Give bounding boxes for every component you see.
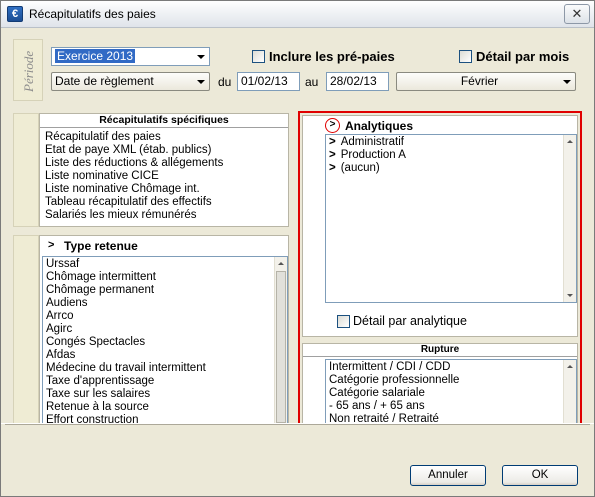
detail-analytics-checkbox[interactable]: [337, 315, 350, 328]
specific-list[interactable]: Récapitulatif des paies Etat de paye XML …: [42, 130, 288, 226]
analytics-items: > Administratif > Production A > (aucun): [326, 135, 576, 175]
include-prepaid-checkbox[interactable]: [252, 50, 265, 63]
scroll-up-icon[interactable]: [275, 257, 287, 270]
analytics-panel: > Analytiques > Administratif > Production …: [302, 115, 578, 337]
retenue-list-item[interactable]: Agirc: [43, 323, 287, 336]
retenue-panel: > Type retenue Urssaf Chômage intermitten…: [39, 235, 289, 441]
specific-list-item[interactable]: Salariés les mieux rémunérés: [42, 209, 288, 222]
month-select[interactable]: Février: [396, 72, 576, 91]
detail-month-checkbox[interactable]: [459, 50, 472, 63]
rupture-list-item[interactable]: Catégorie professionnelle: [326, 374, 576, 387]
specific-list-item[interactable]: Liste nominative CICE: [42, 170, 288, 183]
analytics-list-item-label: Administratif: [340, 136, 404, 148]
analytics-highlight-frame: > Analytiques > Administratif > Production …: [298, 111, 582, 444]
rupture-list-item[interactable]: Intermittent / CDI / CDD: [326, 361, 576, 374]
dialog-body: Période Exercice 2013 Inclure les pré-pa…: [5, 33, 590, 455]
rupture-header: Rupture: [303, 344, 577, 357]
analytics-header: Analytiques: [345, 119, 414, 133]
retenue-list-item[interactable]: Congés Spectacles: [43, 336, 287, 349]
date-type-value: Date de règlement: [55, 74, 154, 88]
date-to-field[interactable]: 28/02/13: [326, 72, 389, 91]
analytics-list-item-label: Production A: [340, 149, 406, 161]
analytics-list-item[interactable]: > Administratif: [326, 136, 576, 149]
detail-month-label[interactable]: Détail par mois: [476, 49, 569, 64]
retenue-list-item[interactable]: Médecine du travail intermittent: [43, 362, 287, 375]
retenue-list-item[interactable]: Retenue à la source: [43, 401, 287, 414]
chevron-right-icon: >: [329, 136, 336, 148]
chevron-right-circle-icon[interactable]: >: [325, 118, 340, 133]
retenue-list-item[interactable]: Afdas: [43, 349, 287, 362]
scroll-down-icon[interactable]: [564, 289, 576, 302]
retenue-list-item[interactable]: Audiens: [43, 297, 287, 310]
chevron-right-icon: >: [329, 162, 336, 174]
scroll-thumb[interactable]: [276, 271, 286, 423]
retenue-list-item[interactable]: Urssaf: [43, 258, 287, 271]
specific-list-item[interactable]: Etat de paye XML (étab. publics): [42, 144, 288, 157]
specific-side-strip: [13, 113, 39, 227]
period-label: Période: [21, 50, 36, 92]
ok-button[interactable]: OK: [502, 465, 578, 486]
chevron-down-icon[interactable]: [559, 74, 574, 89]
specific-list-item[interactable]: Tableau récapitulatif des effectifs: [42, 196, 288, 209]
exercise-value: Exercice 2013: [55, 49, 136, 63]
chevron-right-icon[interactable]: >: [48, 239, 54, 251]
specific-list-item[interactable]: Liste nominative Chômage int.: [42, 183, 288, 196]
from-label: du: [218, 75, 232, 89]
analytics-list-item[interactable]: > (aucun): [326, 162, 576, 175]
period-side-strip: Période: [13, 39, 43, 101]
to-label: au: [305, 75, 319, 89]
chevron-down-icon[interactable]: [193, 49, 208, 64]
rupture-list-item[interactable]: Catégorie salariale: [326, 387, 576, 400]
specific-items: Récapitulatif des paies Etat de paye XML …: [42, 131, 288, 222]
analytics-scrollbar[interactable]: [563, 135, 576, 302]
title-bar: € Récapitulatifs des paies ✕: [1, 1, 594, 28]
retenue-list-item[interactable]: Taxe d'apprentissage: [43, 375, 287, 388]
include-prepaid-label[interactable]: Inclure les pré-paies: [269, 49, 395, 64]
scroll-up-icon[interactable]: [564, 135, 576, 148]
analytics-list-item[interactable]: > Production A: [326, 149, 576, 162]
cancel-button[interactable]: Annuler: [410, 465, 486, 486]
retenue-scrollbar[interactable]: [274, 257, 287, 439]
date-type-select[interactable]: Date de règlement: [51, 72, 210, 91]
specific-list-item[interactable]: Liste des réductions & allégements: [42, 157, 288, 170]
retenue-list[interactable]: Urssaf Chômage intermittent Chômage perman…: [42, 256, 288, 440]
separator: [5, 424, 590, 425]
dialog-window: € Récapitulatifs des paies ✕ Période Exe…: [0, 0, 595, 497]
app-euro-icon: €: [7, 6, 23, 22]
month-value: Février: [460, 74, 499, 88]
specific-header: Récapitulatifs spécifiques: [40, 114, 288, 128]
retenue-list-item[interactable]: Taxe sur les salaires: [43, 388, 287, 401]
rupture-list-item[interactable]: - 65 ans / + 65 ans: [326, 400, 576, 413]
exercise-select[interactable]: Exercice 2013: [51, 47, 210, 66]
retenue-list-item[interactable]: Arrco: [43, 310, 287, 323]
date-from-field[interactable]: 01/02/13: [237, 72, 300, 91]
scroll-up-icon[interactable]: [564, 360, 576, 373]
retenue-header: Type retenue: [64, 239, 138, 253]
window-title: Récapitulatifs des paies: [29, 7, 156, 21]
retenue-list-item[interactable]: Chômage intermittent: [43, 271, 287, 284]
period-panel: Période Exercice 2013 Inclure les pré-pa…: [13, 39, 585, 101]
specific-list-item[interactable]: Récapitulatif des paies: [42, 131, 288, 144]
detail-analytics-label[interactable]: Détail par analytique: [353, 314, 467, 328]
chevron-right-icon: >: [329, 149, 336, 161]
analytics-list[interactable]: > Administratif > Production A > (aucun): [325, 134, 577, 303]
retenue-side-strip: [13, 235, 39, 441]
button-bar: Annuler OK: [1, 423, 594, 496]
retenue-items: Urssaf Chômage intermittent Chômage perman…: [43, 257, 287, 439]
close-button[interactable]: ✕: [564, 4, 590, 24]
analytics-list-item-label: (aucun): [340, 162, 380, 174]
retenue-list-item[interactable]: Chômage permanent: [43, 284, 287, 297]
specific-panel: Récapitulatifs spécifiques Récapitulatif…: [39, 113, 289, 227]
chevron-down-icon[interactable]: [193, 74, 208, 89]
